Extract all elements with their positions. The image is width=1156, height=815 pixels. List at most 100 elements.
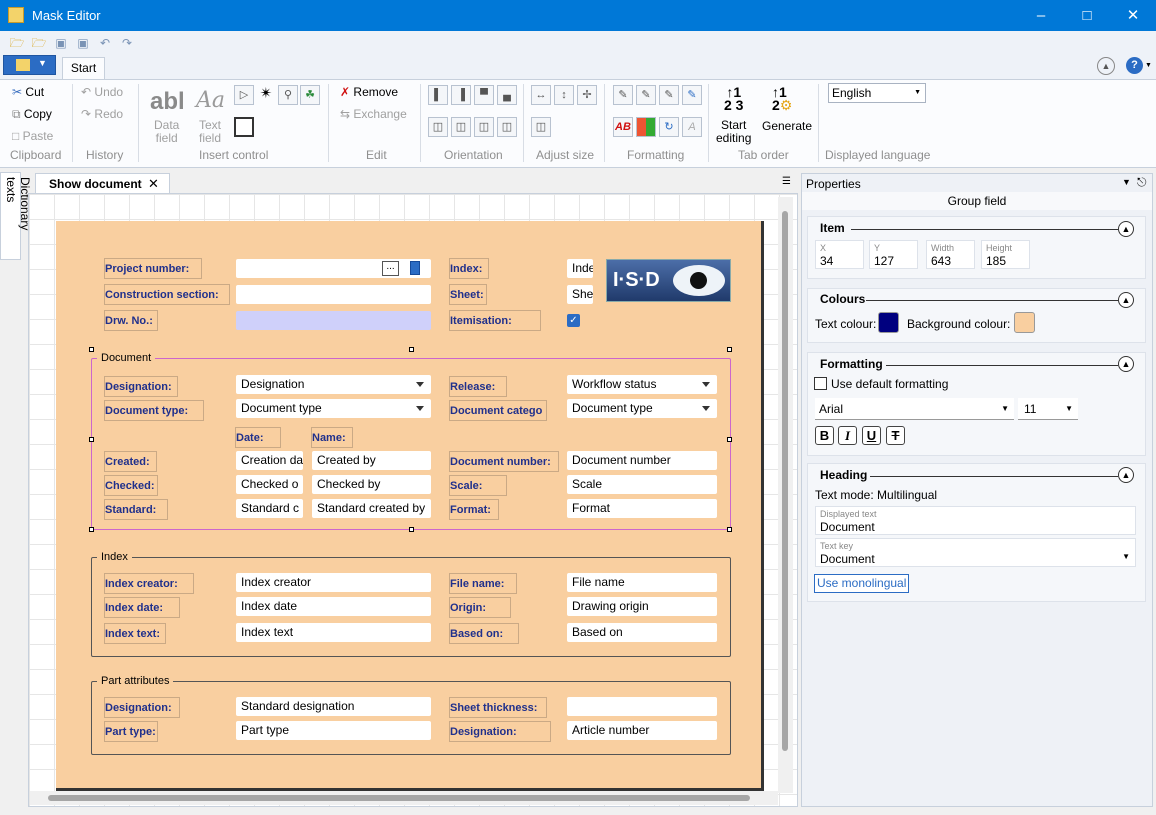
checked-by-field[interactable]: Checked by	[312, 475, 431, 494]
index-field[interactable]: Inde	[567, 259, 593, 278]
vertical-scrollbar[interactable]	[778, 197, 793, 793]
horizontal-scrollbar-thumb[interactable]	[48, 795, 750, 801]
index-creator-label[interactable]: Index creator:	[104, 573, 194, 594]
save-all-icon[interactable]: ▣	[75, 35, 91, 51]
refresh-icon[interactable]: ↻	[659, 117, 679, 137]
center-vertical-icon[interactable]: ◫	[474, 117, 494, 137]
image-control-icon[interactable]: ▷	[234, 85, 254, 105]
date-label[interactable]: Date:	[235, 427, 281, 448]
text-colour-swatch[interactable]	[878, 312, 899, 333]
release-select[interactable]: Workflow status	[567, 375, 717, 394]
paste-button[interactable]: □ Paste	[12, 129, 53, 143]
itemisation-checkbox[interactable]: ✓	[567, 314, 580, 327]
format-edit-icon[interactable]: ✎	[636, 85, 656, 105]
sheet-label[interactable]: Sheet:	[449, 284, 487, 305]
data-field-button[interactable]: Data field	[154, 119, 179, 145]
text-style-icon[interactable]: AB	[613, 117, 633, 137]
document-type-label[interactable]: Document type:	[104, 400, 204, 421]
maximize-button[interactable]: □	[1064, 0, 1110, 31]
document-category-label[interactable]: Document catego	[449, 400, 547, 421]
construction-section-label[interactable]: Construction section:	[104, 284, 230, 305]
resize-handle[interactable]	[727, 527, 732, 532]
close-button[interactable]: ✕	[1110, 0, 1156, 31]
colour-icon[interactable]	[636, 117, 656, 137]
collapse-ribbon-icon[interactable]: ▲	[1097, 57, 1115, 75]
drw-no-label[interactable]: Drw. No.:	[104, 310, 158, 331]
align-top-icon[interactable]: ▀	[474, 85, 494, 105]
copy-button[interactable]: ⧉ Copy	[12, 107, 52, 122]
standard-by-field[interactable]: Standard created by	[312, 499, 431, 518]
undo-button[interactable]: ↶ Undo	[81, 85, 123, 99]
project-number-label[interactable]: Project number:	[104, 258, 202, 279]
resize-handle[interactable]	[409, 347, 414, 352]
part-attributes-group[interactable]	[91, 681, 731, 755]
font-select[interactable]: Arial ▼	[815, 398, 1014, 420]
save-icon[interactable]: ▣	[53, 35, 69, 51]
resize-handle[interactable]	[727, 437, 732, 442]
vertical-scrollbar-thumb[interactable]	[782, 211, 788, 751]
open-icon[interactable]: 🗁	[31, 35, 47, 51]
y-field[interactable]: Y 127	[869, 240, 918, 269]
puzzle-icon[interactable]: ✴	[256, 85, 276, 105]
index-date-field[interactable]: Index date	[236, 597, 431, 616]
tab-menu-icon[interactable]: ☰	[782, 176, 791, 187]
sheet-thickness-field[interactable]	[567, 697, 717, 716]
resize-handle[interactable]	[727, 347, 732, 352]
part-designation-field[interactable]: Standard designation	[236, 697, 431, 716]
scale-label[interactable]: Scale:	[449, 475, 507, 496]
horizontal-scrollbar[interactable]	[30, 791, 778, 805]
same-size-icon[interactable]: ✢	[577, 85, 597, 105]
origin-field[interactable]: Drawing origin	[567, 597, 717, 616]
part-designation2-label[interactable]: Designation:	[449, 721, 551, 742]
use-default-checkbox[interactable]	[814, 377, 827, 390]
document-type-select[interactable]: Document type	[236, 399, 431, 418]
project-number-field[interactable]	[236, 259, 431, 278]
resize-handle[interactable]	[89, 347, 94, 352]
created-by-field[interactable]: Created by	[312, 451, 431, 470]
dictionary-texts-tab[interactable]: Dictionary texts	[0, 172, 32, 260]
part-type-label[interactable]: Part type:	[104, 721, 158, 742]
text-disabled-icon[interactable]: A	[682, 117, 702, 137]
italic-button[interactable]: I	[838, 426, 857, 445]
created-label[interactable]: Created:	[104, 451, 157, 472]
format-label[interactable]: Format:	[449, 499, 499, 520]
scale-field[interactable]: Scale	[567, 475, 717, 494]
index-text-label[interactable]: Index text:	[104, 623, 166, 644]
collapse-formatting-icon[interactable]: ▲	[1118, 356, 1134, 372]
sheet-thickness-label[interactable]: Sheet thickness:	[449, 697, 547, 718]
standard-label[interactable]: Standard:	[104, 499, 168, 520]
align-left-icon[interactable]: ▌	[428, 85, 448, 105]
cactus-icon[interactable]: ☘	[300, 85, 320, 105]
origin-label[interactable]: Origin:	[449, 597, 511, 618]
tab-start[interactable]: Start	[62, 57, 105, 79]
designation-select[interactable]: Designation	[236, 375, 431, 394]
redo-icon[interactable]: ↷	[119, 35, 135, 51]
based-on-field[interactable]: Based on	[567, 623, 717, 642]
article-number-field[interactable]: Article number	[567, 721, 717, 740]
release-label[interactable]: Release:	[449, 376, 507, 397]
part-designation-label[interactable]: Designation:	[104, 697, 180, 718]
tab-show-document[interactable]: Show document ✕	[35, 173, 170, 194]
strikethrough-button[interactable]: T	[886, 426, 905, 445]
format-blue-icon[interactable]: ✎	[682, 85, 702, 105]
width-field[interactable]: Width 643	[926, 240, 975, 269]
construction-section-field[interactable]	[236, 285, 431, 304]
x-field[interactable]: X 34	[815, 240, 864, 269]
language-select[interactable]: English ▼	[828, 83, 926, 103]
checked-date-field[interactable]: Checked o	[236, 475, 303, 494]
displayed-text-field[interactable]: Displayed text Document	[815, 506, 1136, 535]
cut-button[interactable]: ✂ Cut	[12, 85, 44, 99]
index-date-label[interactable]: Index date:	[104, 597, 180, 618]
help-dropdown-icon[interactable]: ▼	[1145, 62, 1152, 69]
itemisation-label[interactable]: Itemisation:	[449, 310, 541, 331]
standard-date-field[interactable]: Standard c	[236, 499, 303, 518]
book-icon[interactable]	[410, 261, 420, 275]
checked-label[interactable]: Checked:	[104, 475, 158, 496]
search-control-icon[interactable]: ⚲	[278, 85, 298, 105]
generate-button[interactable]: Generate	[762, 119, 812, 133]
help-icon[interactable]: ?	[1126, 57, 1143, 74]
background-colour-swatch[interactable]	[1014, 312, 1035, 333]
font-size-select[interactable]: 11 ▼	[1018, 398, 1078, 420]
document-category-select[interactable]: Document type	[567, 399, 717, 418]
browse-button[interactable]: ...	[382, 261, 399, 276]
